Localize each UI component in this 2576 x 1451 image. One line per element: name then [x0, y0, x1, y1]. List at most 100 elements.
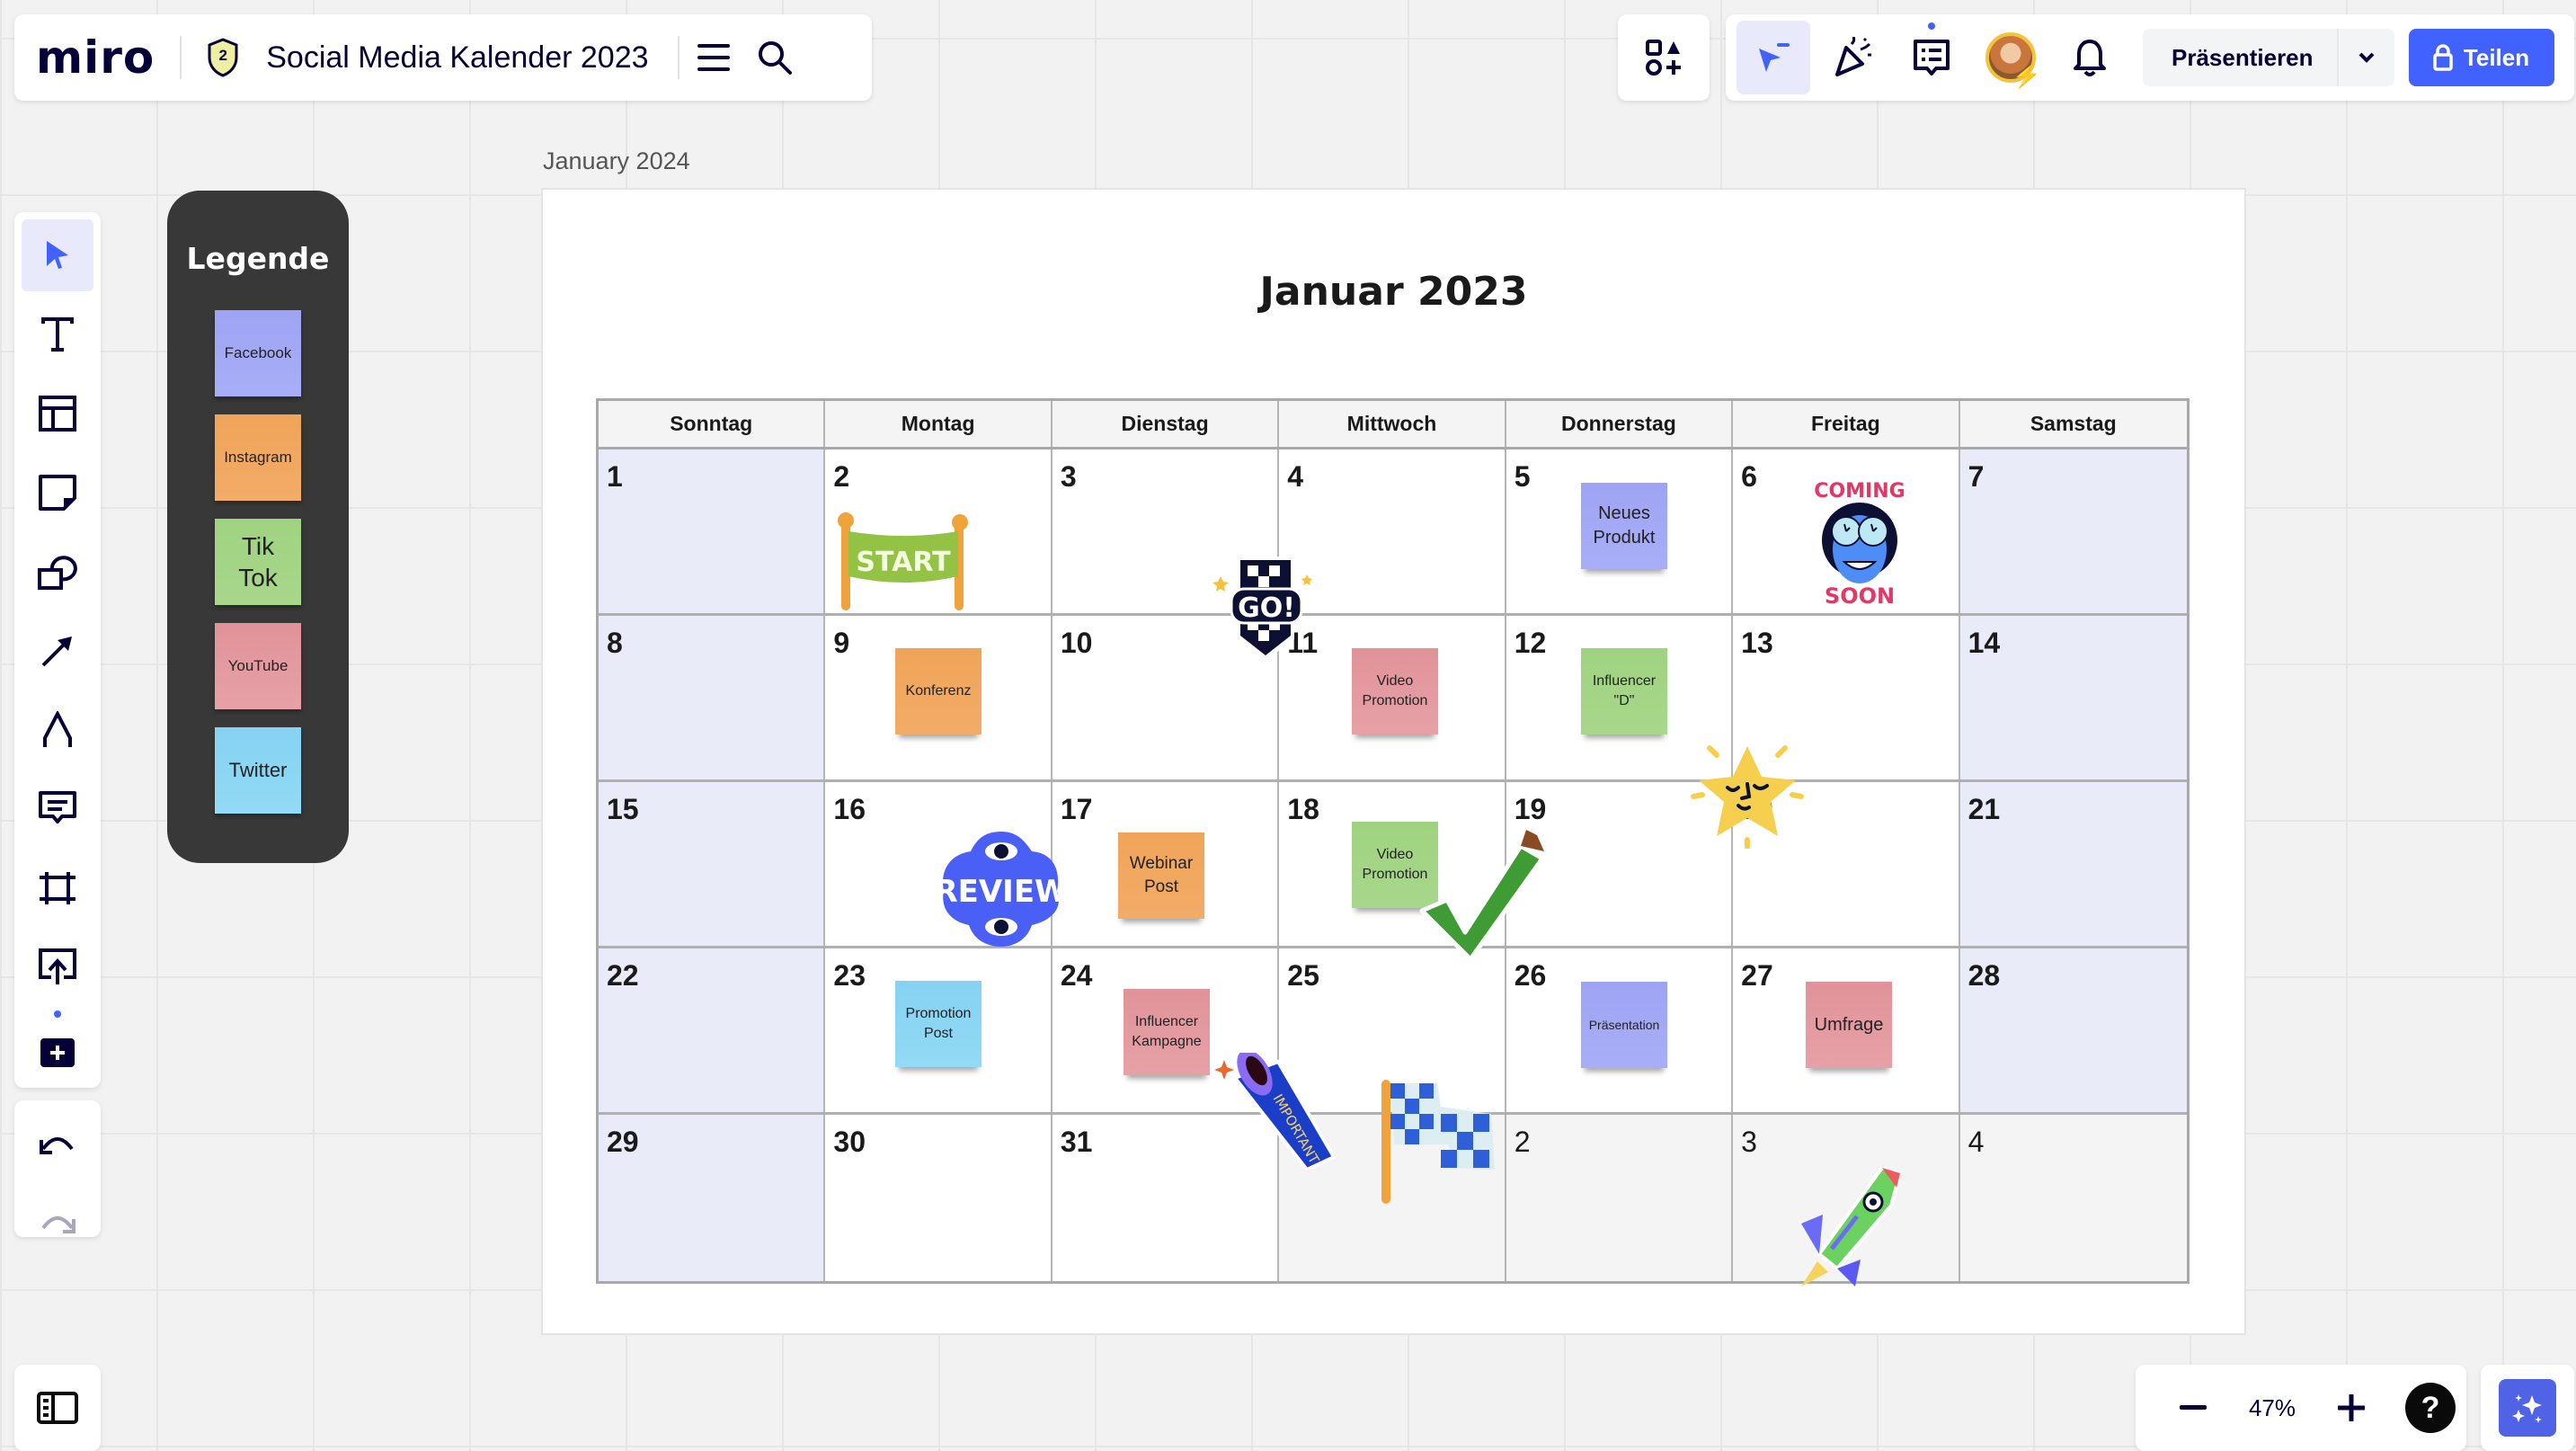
day-cell[interactable]: 15 — [599, 782, 826, 946]
weekday-tuesday: Dienstag — [1053, 401, 1280, 447]
day-cell[interactable]: 7 — [1959, 450, 2187, 613]
zoom-level[interactable]: 47% — [2218, 1394, 2326, 1422]
go-sticker[interactable]: GO! — [1208, 549, 1325, 666]
legend-item-twitter[interactable]: Twitter — [215, 727, 301, 814]
notifications-button[interactable] — [2053, 21, 2127, 94]
checkmark-sticker[interactable] — [1415, 828, 1559, 963]
zoom-out-button[interactable] — [2168, 1383, 2218, 1433]
plus-icon — [2338, 1394, 2365, 1421]
day-cell-next-month[interactable]: 4 — [1959, 1115, 2187, 1281]
comment-tool[interactable] — [22, 773, 93, 845]
calendar-frame[interactable]: Januar 2023 Sonntag Montag Dienstag Mitt… — [543, 190, 2244, 1333]
ai-assist-button[interactable] — [2499, 1379, 2556, 1437]
undo-button[interactable] — [22, 1108, 93, 1179]
legend-item-tiktok[interactable]: Tik Tok — [215, 519, 301, 605]
cursor-follow-button[interactable] — [1737, 21, 1810, 94]
select-tool[interactable] — [22, 219, 93, 291]
more-apps-tool[interactable] — [22, 1010, 93, 1082]
checkered-flag-sticker[interactable] — [1374, 1071, 1500, 1206]
upload-icon — [39, 948, 76, 984]
important-megaphone-sticker[interactable]: IMPORTANT — [1208, 1053, 1343, 1179]
apps-icon — [1646, 40, 1681, 76]
weekday-monday: Montag — [825, 401, 1053, 447]
board-title[interactable]: Social Media Kalender 2023 — [266, 40, 648, 76]
question-icon: ? — [2421, 1390, 2440, 1425]
present-button[interactable]: Präsentieren — [2143, 29, 2339, 86]
legend-card[interactable]: Legende Facebook Instagram Tik Tok YouTu… — [167, 191, 349, 863]
day-cell-next-month[interactable]: 2 — [1506, 1115, 1734, 1281]
frame-tool[interactable] — [22, 852, 93, 924]
comments-icon — [1914, 40, 1950, 76]
arrow-icon — [41, 636, 72, 667]
divider — [677, 36, 680, 79]
legend-title: Legende — [186, 241, 330, 276]
connector-tool[interactable] — [22, 615, 93, 687]
pen-tool[interactable] — [22, 694, 93, 766]
notification-dot — [54, 1010, 61, 1018]
sticky-note-tool[interactable] — [22, 457, 93, 529]
help-button[interactable]: ? — [2405, 1383, 2456, 1433]
comment-icon — [39, 791, 76, 823]
sticky-note[interactable]: Präsentation — [1581, 982, 1667, 1068]
menu-button[interactable] — [688, 32, 739, 83]
day-cell[interactable]: 14 — [1959, 616, 2187, 779]
comments-button[interactable] — [1895, 21, 1968, 94]
shapes-tool[interactable] — [22, 536, 93, 608]
search-icon — [758, 41, 792, 75]
redo-button[interactable] — [22, 1187, 93, 1259]
zoom-controls: 47% ? — [2136, 1365, 2466, 1451]
creation-toolbar — [14, 212, 101, 1088]
sticky-note[interactable]: Webinar Post — [1118, 832, 1204, 919]
sticky-note[interactable]: Neues Produkt — [1581, 483, 1667, 569]
coming-soon-sticker[interactable]: COMING SOON — [1801, 476, 1918, 610]
upload-tool[interactable] — [22, 931, 93, 1003]
search-button[interactable] — [750, 32, 800, 83]
sticky-note[interactable]: Influencer Kampagne — [1124, 989, 1210, 1075]
day-cell[interactable]: 8 — [599, 616, 826, 779]
lock-icon — [2433, 44, 2453, 71]
present-options-button[interactable] — [2339, 29, 2394, 86]
text-tool[interactable] — [22, 298, 93, 370]
day-cell[interactable]: 28 — [1959, 948, 2187, 1112]
zoom-in-button[interactable] — [2326, 1383, 2376, 1433]
day-cell[interactable]: 21 — [1959, 782, 2187, 946]
board-header: miro 2 Social Media Kalender 2023 — [14, 14, 872, 101]
plan-badge[interactable]: 2 — [207, 38, 239, 77]
sticky-note[interactable]: Video Promotion — [1352, 648, 1438, 734]
sticker-text: START — [856, 547, 951, 578]
sidebar-icon — [37, 1392, 78, 1424]
sticker-text: REVIEW — [938, 874, 1064, 910]
celebrate-button[interactable] — [1816, 21, 1889, 94]
sticky-note[interactable]: Promotion Post — [895, 981, 982, 1067]
day-cell[interactable]: 1 — [599, 450, 826, 613]
celebrate-icon — [1835, 37, 1871, 76]
review-sticker[interactable]: REVIEW — [938, 828, 1064, 949]
share-button[interactable]: Teilen — [2408, 29, 2554, 86]
templates-tool[interactable] — [22, 378, 93, 450]
sticky-note[interactable]: Influencer "D" — [1581, 648, 1667, 734]
day-cell[interactable]: 29 — [599, 1115, 826, 1281]
sticky-note[interactable]: Konferenz — [895, 648, 982, 734]
sticker-text: SOON — [1825, 583, 1895, 609]
minus-icon — [2180, 1405, 2207, 1410]
day-cell[interactable]: 30 — [825, 1115, 1053, 1281]
redo-icon — [41, 1216, 76, 1233]
apps-button[interactable] — [1639, 32, 1689, 83]
frame-label[interactable]: January 2024 — [543, 147, 690, 175]
user-avatar-button[interactable]: ⚡ — [1974, 21, 2047, 94]
legend-item-instagram[interactable]: Instagram — [215, 414, 301, 501]
divider — [180, 36, 182, 79]
side-panel-toggle[interactable] — [14, 1365, 101, 1451]
shapes-icon — [38, 556, 77, 590]
legend-item-youtube[interactable]: YouTube — [215, 623, 301, 709]
day-cell[interactable]: 22 — [599, 948, 826, 1112]
calendar-title: Januar 2023 — [1259, 269, 1528, 315]
sticky-note[interactable]: Umfrage — [1806, 982, 1892, 1068]
rocket-sticker[interactable] — [1774, 1161, 1909, 1295]
pen-icon — [43, 711, 72, 747]
collaboration-bar: ⚡ Präsentieren Teilen — [1726, 14, 2574, 101]
start-banner-sticker[interactable]: START — [836, 512, 971, 610]
miro-logo[interactable]: miro — [36, 31, 155, 84]
legend-item-facebook[interactable]: Facebook — [215, 310, 301, 396]
star-sticker[interactable] — [1690, 734, 1805, 849]
